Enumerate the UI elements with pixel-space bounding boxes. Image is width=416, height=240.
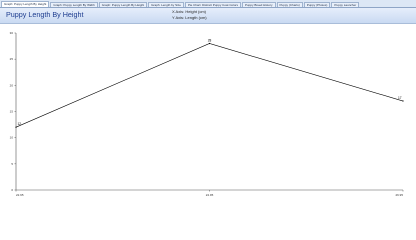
- tab-5[interactable]: Pie Chart: Distinct Puppy Coat Colors: [184, 2, 241, 7]
- y-tick-label: 25: [10, 57, 14, 61]
- tab-1[interactable]: Graph: Puppy Length By Height: [1, 1, 50, 7]
- tab-2[interactable]: Graph: Puppy Length By Width: [50, 2, 98, 7]
- tab-4[interactable]: Graph: Length by Size: [148, 2, 184, 7]
- tab-strip: Graph: Puppy Length By Height Graph: Pupp…: [0, 0, 416, 8]
- y-tick-label: 20: [10, 83, 14, 87]
- line-chart: 0 5 10 15 20 25 30 22.95 24.95 26.95 12 28 17: [10, 31, 404, 197]
- tab-3[interactable]: Graph: Puppy Length By Height: [98, 2, 148, 7]
- page-title: Puppy Length By Height: [6, 10, 84, 19]
- series-line: [15, 43, 404, 128]
- y-tick-label: 5: [11, 162, 13, 166]
- data-point: [15, 126, 17, 128]
- data-point: [402, 100, 404, 102]
- tab-9[interactable]: Puppy Launcher: [331, 2, 360, 7]
- y-tick-label: 10: [10, 136, 14, 140]
- y-tick-label: 15: [10, 110, 14, 114]
- data-label: 28: [208, 38, 212, 42]
- chart-header: Puppy Length By Height X Axis: Height (c…: [0, 8, 416, 24]
- tab-8[interactable]: Puppy (Photos): [303, 2, 331, 7]
- y-axis-info: Y Axis: Length (cm): [172, 14, 207, 20]
- data-point: [208, 42, 211, 45]
- tab-7[interactable]: Puppy (Charts): [276, 2, 303, 7]
- y-tick-label: 0: [11, 188, 13, 192]
- x-axis-info: X Axis: Height (cm): [172, 9, 207, 14]
- x-tick-label: 22.95: [16, 193, 24, 197]
- data-label: 17: [398, 96, 402, 100]
- x-tick-label: 26.95: [395, 193, 403, 197]
- data-label: 12: [18, 122, 22, 126]
- y-tick-label: 30: [10, 31, 14, 35]
- x-tick-label: 24.95: [206, 193, 214, 197]
- tab-6[interactable]: Puppy Breed History: [242, 2, 276, 7]
- axis-info: X Axis: Height (cm) Y Axis: Length (cm): [172, 9, 207, 20]
